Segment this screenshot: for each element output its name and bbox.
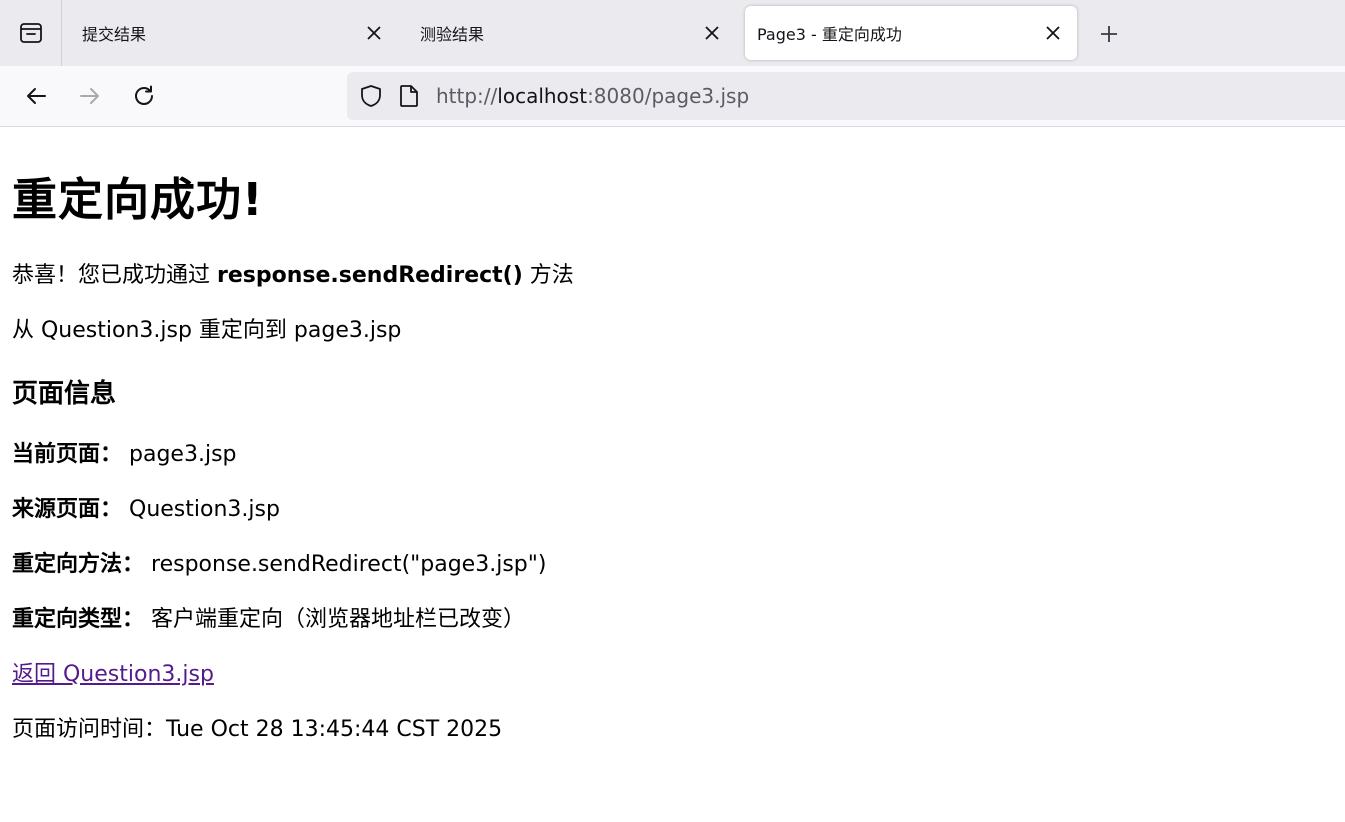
info-value: Question3.jsp	[129, 497, 280, 522]
info-value: response.sendRedirect("page3.jsp")	[151, 552, 547, 577]
navigation-toolbar: http://localhost:8080/page3.jsp	[0, 66, 1345, 127]
info-redirect-method: 重定向方法： response.sendRedirect("page3.jsp"…	[12, 546, 546, 578]
info-value: 客户端重定向（浏览器地址栏已改变）	[151, 607, 526, 632]
url-path: :8080/page3.jsp	[587, 84, 750, 108]
page-icon[interactable]	[395, 84, 423, 108]
close-icon	[1046, 26, 1060, 40]
tab-strip: 提交结果 测验结果 Page3 - 重定向成功	[0, 0, 1345, 66]
visit-time-label: 页面访问时间：	[12, 717, 167, 742]
back-button[interactable]	[16, 76, 56, 116]
back-link-line: 返回 Question3.jsp	[12, 656, 214, 688]
tab-list-icon	[18, 20, 44, 46]
tab-page3-active[interactable]: Page3 - 重定向成功	[745, 6, 1077, 60]
info-label: 来源页面：	[12, 497, 123, 522]
reload-button[interactable]	[124, 76, 164, 116]
url-host: localhost	[497, 84, 588, 108]
info-label: 当前页面：	[12, 442, 123, 467]
redirect-line: 从 Question3.jsp 重定向到 page3.jsp	[12, 318, 402, 343]
info-label: 重定向类型：	[12, 607, 145, 632]
forward-button[interactable]	[70, 76, 110, 116]
close-tab-button[interactable]	[1033, 13, 1073, 53]
plus-icon	[1099, 24, 1119, 44]
address-bar[interactable]: http://localhost:8080/page3.jsp	[347, 72, 1345, 120]
congrats-suffix: 方法	[522, 263, 574, 288]
arrow-right-icon	[78, 84, 102, 108]
tab-submit-result[interactable]: 提交结果	[64, 6, 398, 60]
tab-title: Page3 - 重定向成功	[757, 25, 902, 44]
tab-quiz-result[interactable]: 测验结果	[402, 6, 736, 60]
congrats-prefix: 恭喜！您已成功通过	[12, 263, 217, 288]
close-tab-button[interactable]	[354, 13, 394, 53]
congrats-line: 恭喜！您已成功通过 response.sendRedirect() 方法	[12, 257, 574, 289]
tab-title: 测验结果	[420, 25, 485, 44]
reload-icon	[132, 84, 156, 108]
info-redirect-type: 重定向类型： 客户端重定向（浏览器地址栏已改变）	[12, 601, 525, 633]
page-heading: 重定向成功!	[12, 173, 264, 226]
url-text[interactable]: http://localhost:8080/page3.jsp	[436, 84, 749, 108]
arrow-left-icon	[24, 84, 48, 108]
close-icon	[367, 26, 381, 40]
back-to-question3-link[interactable]: 返回 Question3.jsp	[12, 662, 214, 687]
info-source-page: 来源页面： Question3.jsp	[12, 491, 280, 523]
visit-time-line: 页面访问时间：Tue Oct 28 13:45:44 CST 2025	[12, 711, 502, 743]
info-label: 重定向方法：	[12, 552, 145, 577]
close-tab-button[interactable]	[692, 13, 732, 53]
congrats-method: response.sendRedirect()	[217, 263, 523, 288]
info-current-page: 当前页面： page3.jsp	[12, 436, 237, 468]
close-icon	[705, 26, 719, 40]
shield-icon[interactable]	[357, 84, 385, 108]
new-tab-button[interactable]	[1089, 14, 1129, 54]
tab-title: 提交结果	[82, 25, 147, 44]
tab-list-button[interactable]	[0, 0, 62, 66]
info-heading: 页面信息	[12, 379, 117, 409]
visit-time-value: Tue Oct 28 13:45:44 CST 2025	[166, 717, 503, 742]
info-value: page3.jsp	[129, 442, 237, 467]
url-scheme: http://	[436, 84, 498, 108]
